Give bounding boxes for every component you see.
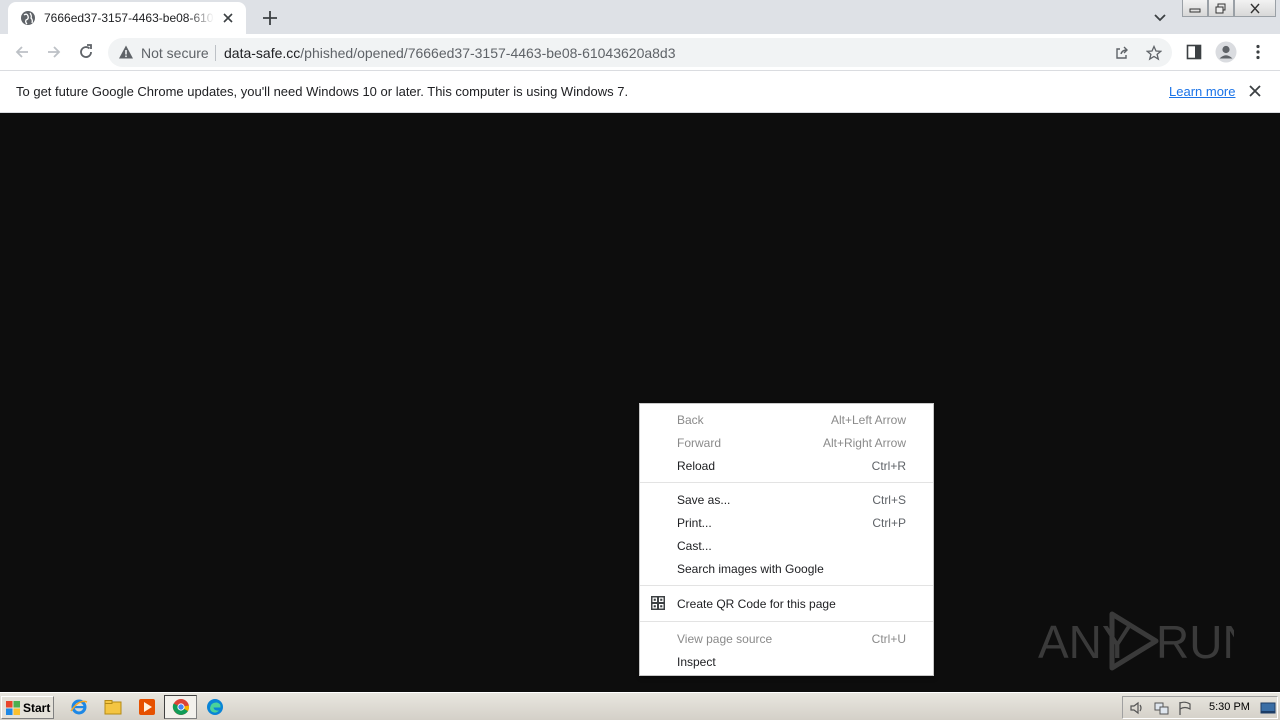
qr-code-icon: [651, 596, 665, 610]
close-icon[interactable]: [220, 10, 236, 26]
tab-strip: 7666ed37-3157-4463-be08-61043620a8d3: [0, 0, 1280, 34]
menu-item-search-images[interactable]: Search images with Google: [640, 557, 933, 580]
menu-item-reload[interactable]: Reload Ctrl+R: [640, 454, 933, 477]
menu-separator: [640, 585, 933, 586]
menu-item-label: Search images with Google: [677, 561, 824, 576]
minimize-button[interactable]: [1182, 0, 1208, 17]
url-text[interactable]: data-safe.cc/phished/opened/7666ed37-315…: [224, 45, 676, 61]
network-icon[interactable]: [1153, 700, 1169, 716]
menu-item-label: View page source: [677, 631, 773, 646]
volume-icon[interactable]: [1129, 700, 1145, 716]
menu-item-cast[interactable]: Cast...: [640, 534, 933, 557]
reload-icon[interactable]: [77, 43, 95, 61]
update-infobar: To get future Google Chrome updates, you…: [0, 71, 1280, 113]
back-arrow-icon[interactable]: [13, 43, 31, 61]
browser-tab[interactable]: 7666ed37-3157-4463-be08-61043620a8d3: [8, 2, 246, 34]
menu-item-shortcut: Ctrl+R: [871, 458, 906, 473]
url-path: /phished/opened/7666ed37-3157-4463-be08-…: [300, 45, 676, 61]
start-label: Start: [23, 700, 51, 715]
profile-avatar-icon[interactable]: [1215, 41, 1237, 63]
menu-item-view-page-source[interactable]: View page source Ctrl+U: [640, 627, 933, 650]
new-tab-icon[interactable]: [260, 8, 280, 28]
menu-item-label: Create QR Code for this page: [677, 596, 836, 611]
menu-item-label: Forward: [677, 435, 722, 450]
side-panel-icon[interactable]: [1185, 43, 1203, 61]
windows-taskbar: Start 5:30 PM: [0, 692, 1280, 720]
menu-item-back[interactable]: Back Alt+Left Arrow: [640, 408, 933, 431]
menu-item-shortcut: Alt+Right Arrow: [822, 435, 906, 450]
menu-item-create-qr-code[interactable]: Create QR Code for this page: [640, 591, 933, 616]
system-tray: 5:30 PM: [1122, 696, 1278, 719]
edge-icon[interactable]: [206, 698, 224, 716]
chevron-down-icon[interactable]: [1152, 9, 1168, 25]
browser-toolbar: Not secure data-safe.cc/phished/opened/7…: [0, 34, 1280, 71]
chrome-icon: [172, 699, 189, 715]
menu-item-label: Reload: [677, 458, 716, 473]
context-menu: Back Alt+Left Arrow Forward Alt+Right Ar…: [639, 403, 934, 676]
start-button[interactable]: Start: [1, 696, 54, 719]
menu-item-shortcut: Alt+Left Arrow: [830, 412, 906, 427]
internet-explorer-icon[interactable]: [70, 698, 88, 716]
menu-item-label: Cast...: [677, 538, 712, 553]
taskbar-clock[interactable]: 5:30 PM: [1209, 701, 1250, 713]
svg-text:ANY: ANY: [1038, 616, 1133, 668]
action-center-flag-icon[interactable]: [1177, 700, 1193, 716]
menu-item-label: Back: [677, 412, 704, 427]
menu-item-shortcut: Ctrl+P: [872, 515, 906, 530]
window-close-button[interactable]: [1234, 0, 1276, 17]
restore-button[interactable]: [1208, 0, 1234, 17]
menu-item-shortcut: Ctrl+S: [872, 492, 906, 507]
file-explorer-icon[interactable]: [104, 698, 122, 716]
minimize-icon: [1189, 8, 1201, 13]
url-host: data-safe.cc: [224, 45, 301, 61]
star-icon[interactable]: [1146, 45, 1162, 61]
window-controls: [1182, 0, 1276, 18]
warning-icon[interactable]: [118, 44, 134, 60]
menu-separator: [640, 621, 933, 622]
learn-more-link[interactable]: Learn more: [1169, 84, 1235, 99]
menu-item-save-as[interactable]: Save as... Ctrl+S: [640, 488, 933, 511]
menu-item-shortcut: Ctrl+U: [871, 631, 906, 646]
chrome-taskbar-button[interactable]: [164, 695, 197, 719]
menu-item-label: Save as...: [677, 492, 731, 507]
address-separator: [215, 45, 216, 61]
show-desktop-icon[interactable]: [1260, 700, 1276, 716]
kebab-menu-icon[interactable]: [1249, 43, 1267, 61]
menu-separator: [640, 482, 933, 483]
media-player-icon[interactable]: [138, 698, 156, 716]
menu-item-print[interactable]: Print... Ctrl+P: [640, 511, 933, 534]
windows-logo-icon: [6, 700, 20, 715]
address-bar[interactable]: Not secure data-safe.cc/phished/opened/7…: [108, 38, 1172, 67]
menu-item-label: Print...: [677, 515, 712, 530]
window-close-icon: [1250, 3, 1260, 13]
menu-item-forward[interactable]: Forward Alt+Right Arrow: [640, 431, 933, 454]
svg-text:RUN: RUN: [1156, 616, 1234, 668]
anyrun-watermark-logo: ANY RUN: [1038, 611, 1234, 671]
share-icon[interactable]: [1114, 45, 1130, 61]
menu-item-label: Inspect: [677, 654, 716, 669]
forward-arrow-icon[interactable]: [45, 43, 63, 61]
security-label[interactable]: Not secure: [141, 45, 209, 61]
close-icon[interactable]: [1248, 84, 1262, 98]
infobar-message: To get future Google Chrome updates, you…: [16, 84, 629, 99]
globe-icon: [21, 11, 35, 25]
restore-icon: [1215, 3, 1226, 13]
tab-title: 7666ed37-3157-4463-be08-61043620a8d3: [44, 11, 214, 25]
menu-item-inspect[interactable]: Inspect: [640, 650, 933, 673]
